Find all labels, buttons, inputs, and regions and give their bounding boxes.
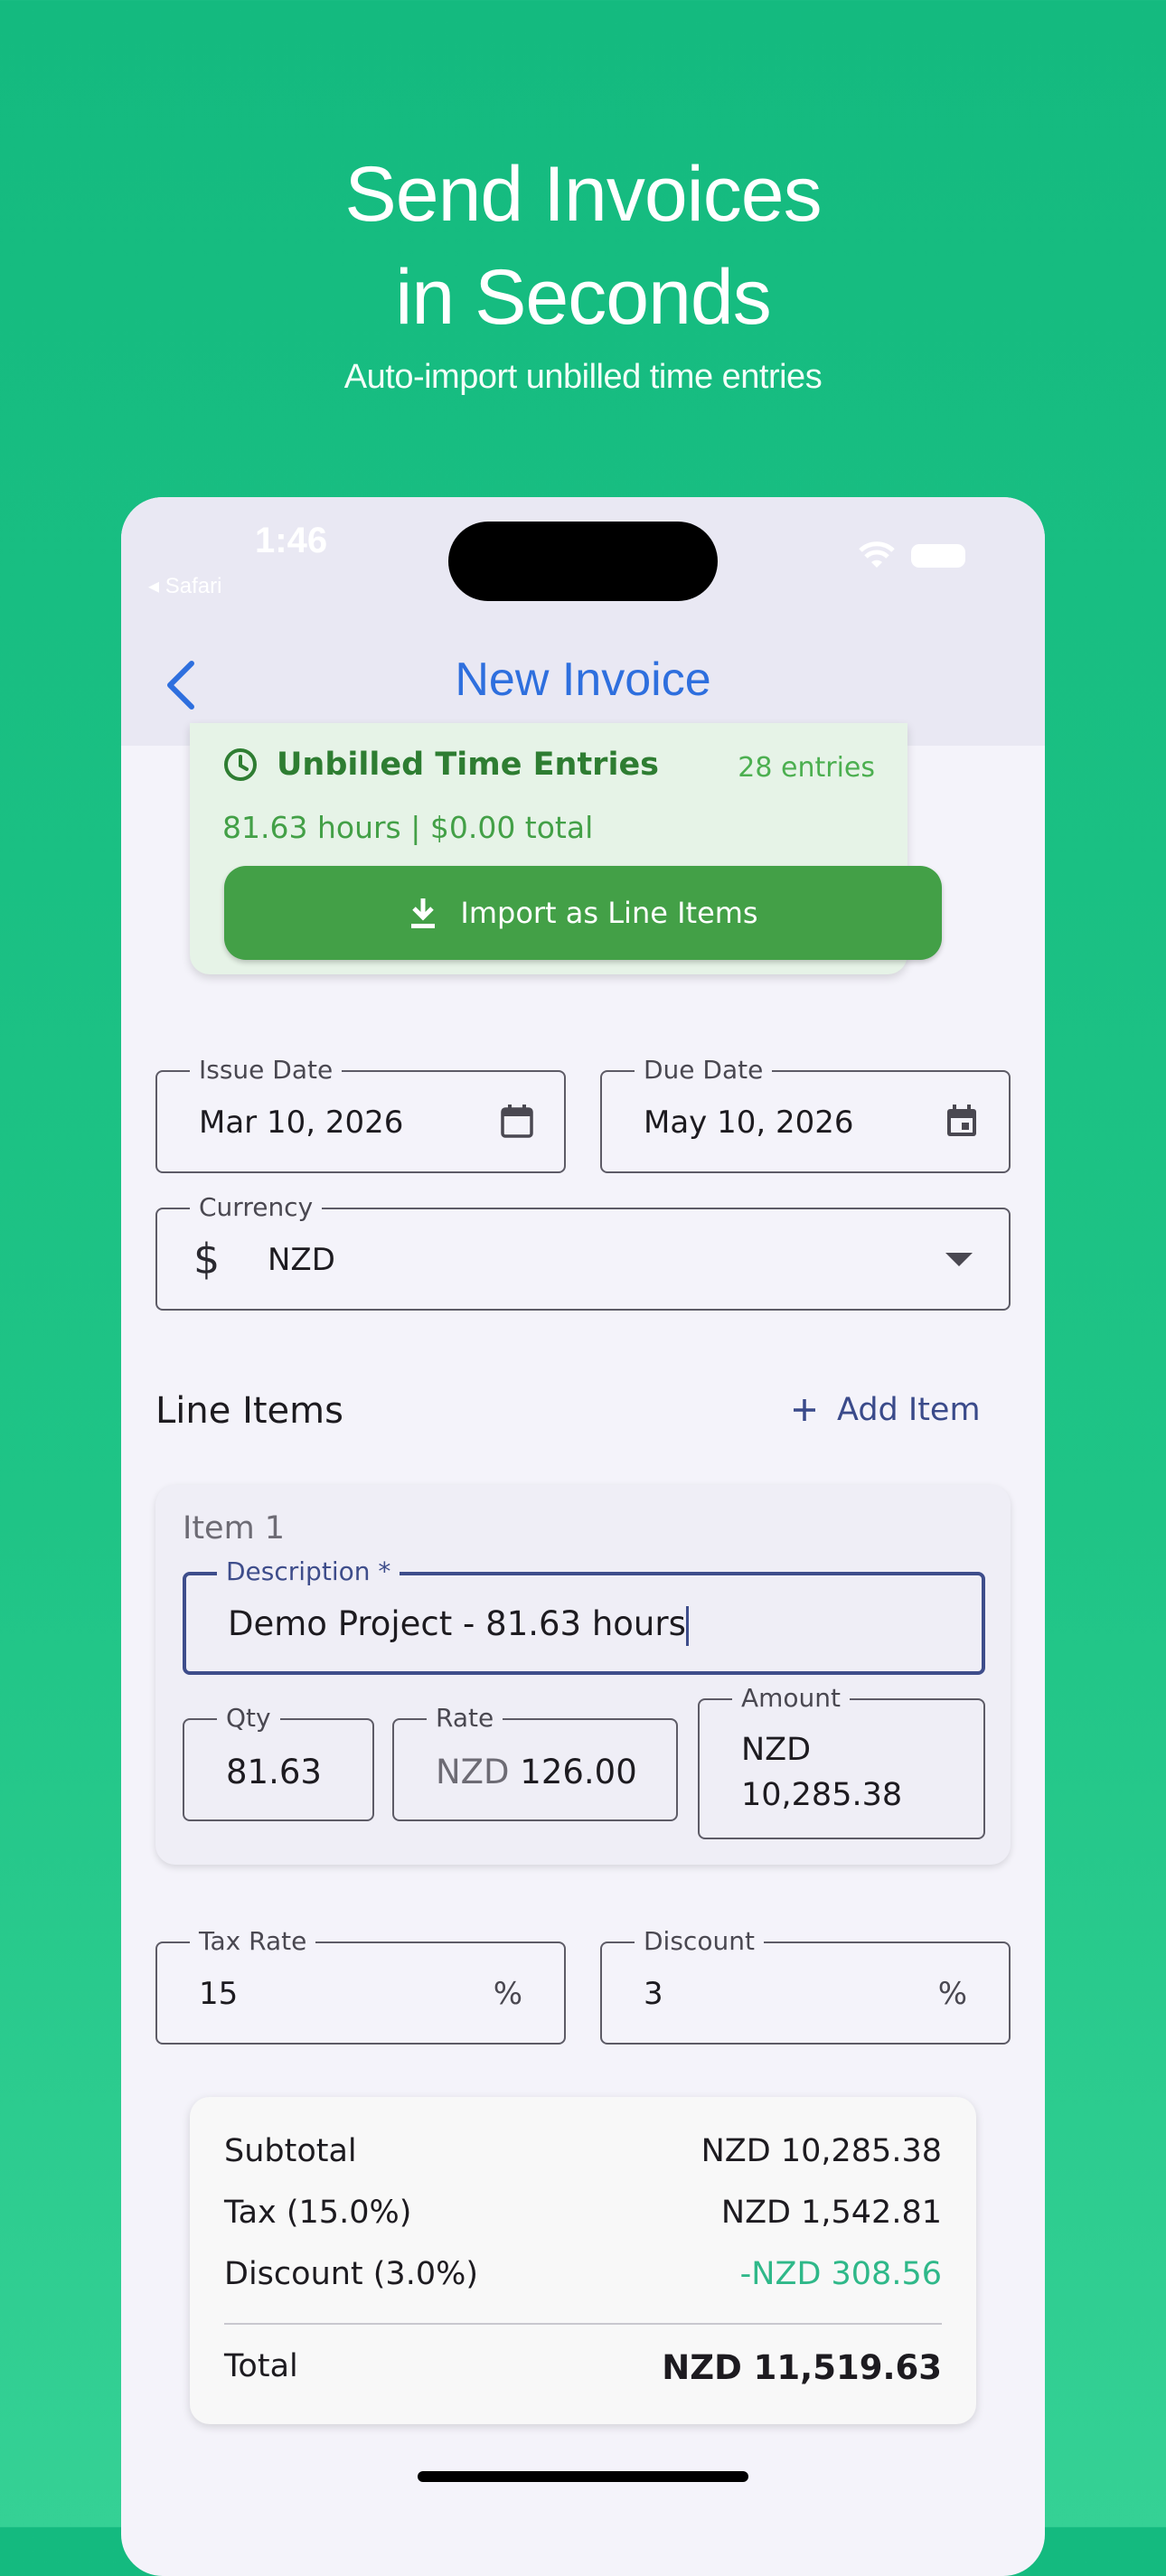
unbilled-entries-card: Unbilled Time Entries 28 entries 81.63 h… bbox=[190, 723, 942, 974]
issue-date-value: Mar 10, 2026 bbox=[199, 1105, 404, 1141]
summary-divider bbox=[224, 2323, 942, 2325]
description-field[interactable]: Description * Demo Project - 81.63 hours bbox=[183, 1557, 985, 1675]
rate-amount: 126.00 bbox=[520, 1753, 637, 1791]
hero-title-line2: in Seconds bbox=[395, 254, 772, 341]
due-date-field[interactable]: Due Date May 10, 2026 bbox=[600, 1056, 1011, 1173]
phone-screen: 1:46 ◂ Safari New Invoice Unbilled Time … bbox=[121, 497, 1045, 2576]
hero-subtitle: Auto-import unbilled time entries bbox=[343, 358, 823, 396]
qty-label: Qty bbox=[217, 1704, 280, 1733]
page-title: New Invoice bbox=[455, 653, 711, 706]
wifi-icon bbox=[859, 541, 895, 568]
add-item-label: Add Item bbox=[837, 1392, 981, 1428]
issue-date-field[interactable]: Issue Date Mar 10, 2026 bbox=[155, 1056, 566, 1173]
tax-row: Tax (15.0%) NZD 1,542.81 bbox=[224, 2195, 942, 2231]
subtotal-label: Subtotal bbox=[224, 2133, 357, 2169]
text-cursor bbox=[685, 1605, 689, 1646]
unbilled-title: Unbilled Time Entries bbox=[277, 747, 660, 783]
description-value: Demo Project - 81.63 hours bbox=[228, 1604, 689, 1646]
entries-count: 28 entries bbox=[738, 752, 875, 784]
totals-summary-card: Subtotal NZD 10,285.38 Tax (15.0%) NZD 1… bbox=[190, 2097, 976, 2424]
home-indicator bbox=[418, 2471, 748, 2482]
discount-value: 3 bbox=[644, 1976, 663, 2012]
discount-field[interactable]: Discount 3 % bbox=[600, 1927, 1011, 2045]
download-icon bbox=[411, 898, 436, 928]
line-item-card: Item 1 Description * Demo Project - 81.6… bbox=[155, 1485, 1011, 1865]
amount-label: Amount bbox=[732, 1684, 851, 1713]
discount-summary-value: -NZD 308.56 bbox=[739, 2256, 942, 2292]
total-label: Total bbox=[224, 2348, 298, 2384]
tax-value: NZD 1,542.81 bbox=[720, 2195, 942, 2231]
description-label: Description * bbox=[217, 1557, 400, 1586]
hero-title: Send Invoices in Seconds bbox=[0, 143, 1166, 349]
dollar-icon: $ bbox=[193, 1235, 221, 1283]
qty-field[interactable]: Qty 81.63 bbox=[183, 1704, 374, 1821]
subtotal-row: Subtotal NZD 10,285.38 bbox=[224, 2133, 942, 2169]
status-time: 1:46 bbox=[255, 521, 328, 560]
plus-icon bbox=[794, 1399, 815, 1421]
discount-label: Discount bbox=[635, 1927, 764, 1956]
currency-value: NZD bbox=[268, 1242, 335, 1278]
dropdown-arrow-icon[interactable] bbox=[945, 1253, 973, 1267]
status-icons bbox=[857, 541, 965, 571]
total-value: NZD 11,519.63 bbox=[662, 2348, 942, 2387]
dynamic-island bbox=[448, 522, 718, 601]
line-items-heading: Line Items bbox=[155, 1390, 343, 1432]
rate-label: Rate bbox=[427, 1704, 503, 1733]
percent-suffix: % bbox=[937, 1976, 967, 2012]
rate-prefix: NZD bbox=[436, 1753, 510, 1791]
currency-select[interactable]: Currency $ NZD bbox=[155, 1193, 1011, 1311]
unbilled-summary: 81.63 hours | $0.00 total bbox=[222, 810, 594, 845]
calendar-icon[interactable] bbox=[499, 1103, 535, 1139]
discount-row: Discount (3.0%) -NZD 308.56 bbox=[224, 2256, 942, 2292]
add-item-button[interactable]: Add Item bbox=[792, 1392, 981, 1428]
import-line-items-button[interactable]: Import as Line Items bbox=[224, 866, 942, 960]
tax-rate-field[interactable]: Tax Rate 15 % bbox=[155, 1927, 566, 2045]
issue-date-label: Issue Date bbox=[190, 1056, 343, 1085]
status-bar: 1:46 ◂ Safari New Invoice bbox=[121, 497, 1045, 746]
calendar-icon[interactable] bbox=[944, 1103, 980, 1139]
rate-field[interactable]: Rate NZD 126.00 bbox=[392, 1704, 678, 1821]
hero-title-line1: Send Invoices bbox=[344, 151, 822, 238]
subtotal-value: NZD 10,285.38 bbox=[701, 2133, 942, 2169]
battery-icon bbox=[911, 544, 965, 568]
due-date-label: Due Date bbox=[635, 1056, 773, 1085]
tax-rate-value: 15 bbox=[199, 1976, 239, 2012]
clock-icon bbox=[224, 748, 257, 781]
rate-value: NZD 126.00 bbox=[436, 1753, 637, 1791]
qty-value: 81.63 bbox=[226, 1753, 322, 1791]
percent-suffix: % bbox=[493, 1976, 522, 2012]
currency-label: Currency bbox=[190, 1193, 323, 1222]
total-row: Total NZD 11,519.63 bbox=[224, 2348, 942, 2387]
description-text: Demo Project - 81.63 hours bbox=[228, 1604, 686, 1643]
import-button-label: Import as Line Items bbox=[460, 896, 758, 930]
back-to-safari-link[interactable]: ◂ Safari bbox=[148, 573, 221, 599]
due-date-value: May 10, 2026 bbox=[644, 1105, 854, 1141]
item-title: Item 1 bbox=[183, 1510, 286, 1547]
tax-label: Tax (15.0%) bbox=[224, 2195, 412, 2231]
amount-number: 10,285.38 bbox=[741, 1777, 903, 1813]
discount-summary-label: Discount (3.0%) bbox=[224, 2256, 479, 2292]
amount-currency: NZD bbox=[741, 1732, 812, 1768]
amount-value: NZD 10,285.38 bbox=[741, 1727, 902, 1818]
amount-field: Amount NZD 10,285.38 bbox=[698, 1684, 985, 1839]
unbilled-header: Unbilled Time Entries bbox=[222, 747, 659, 783]
tax-rate-label: Tax Rate bbox=[190, 1927, 316, 1956]
